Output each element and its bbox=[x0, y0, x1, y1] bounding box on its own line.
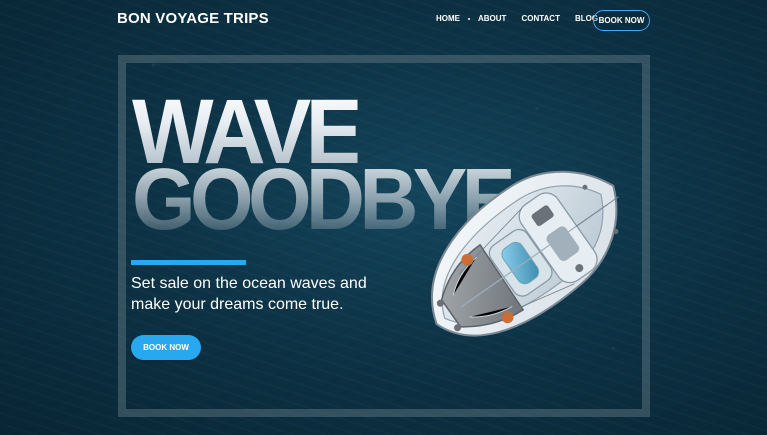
accent-divider bbox=[131, 260, 246, 265]
dot-icon bbox=[468, 18, 470, 20]
brand-logo[interactable]: BON VOYAGE TRIPS bbox=[117, 10, 269, 27]
header-book-now-button[interactable]: BOOK NOW bbox=[593, 10, 650, 31]
hero-book-now-button[interactable]: BOOK NOW bbox=[131, 335, 201, 360]
yacht-image bbox=[431, 170, 619, 337]
top-navigation: BON VOYAGE TRIPS HOME ABOUT CONTACT BLOG… bbox=[0, 0, 767, 42]
primary-nav: HOME ABOUT CONTACT BLOG bbox=[436, 14, 612, 24]
nav-item-about[interactable]: ABOUT bbox=[478, 14, 506, 24]
hero-section: BON VOYAGE TRIPS HOME ABOUT CONTACT BLOG… bbox=[0, 0, 767, 435]
hero-subtitle: Set sale on the ocean waves and make you… bbox=[131, 275, 367, 313]
nav-item-home[interactable]: HOME bbox=[436, 14, 460, 24]
nav-item-contact[interactable]: CONTACT bbox=[521, 14, 560, 24]
